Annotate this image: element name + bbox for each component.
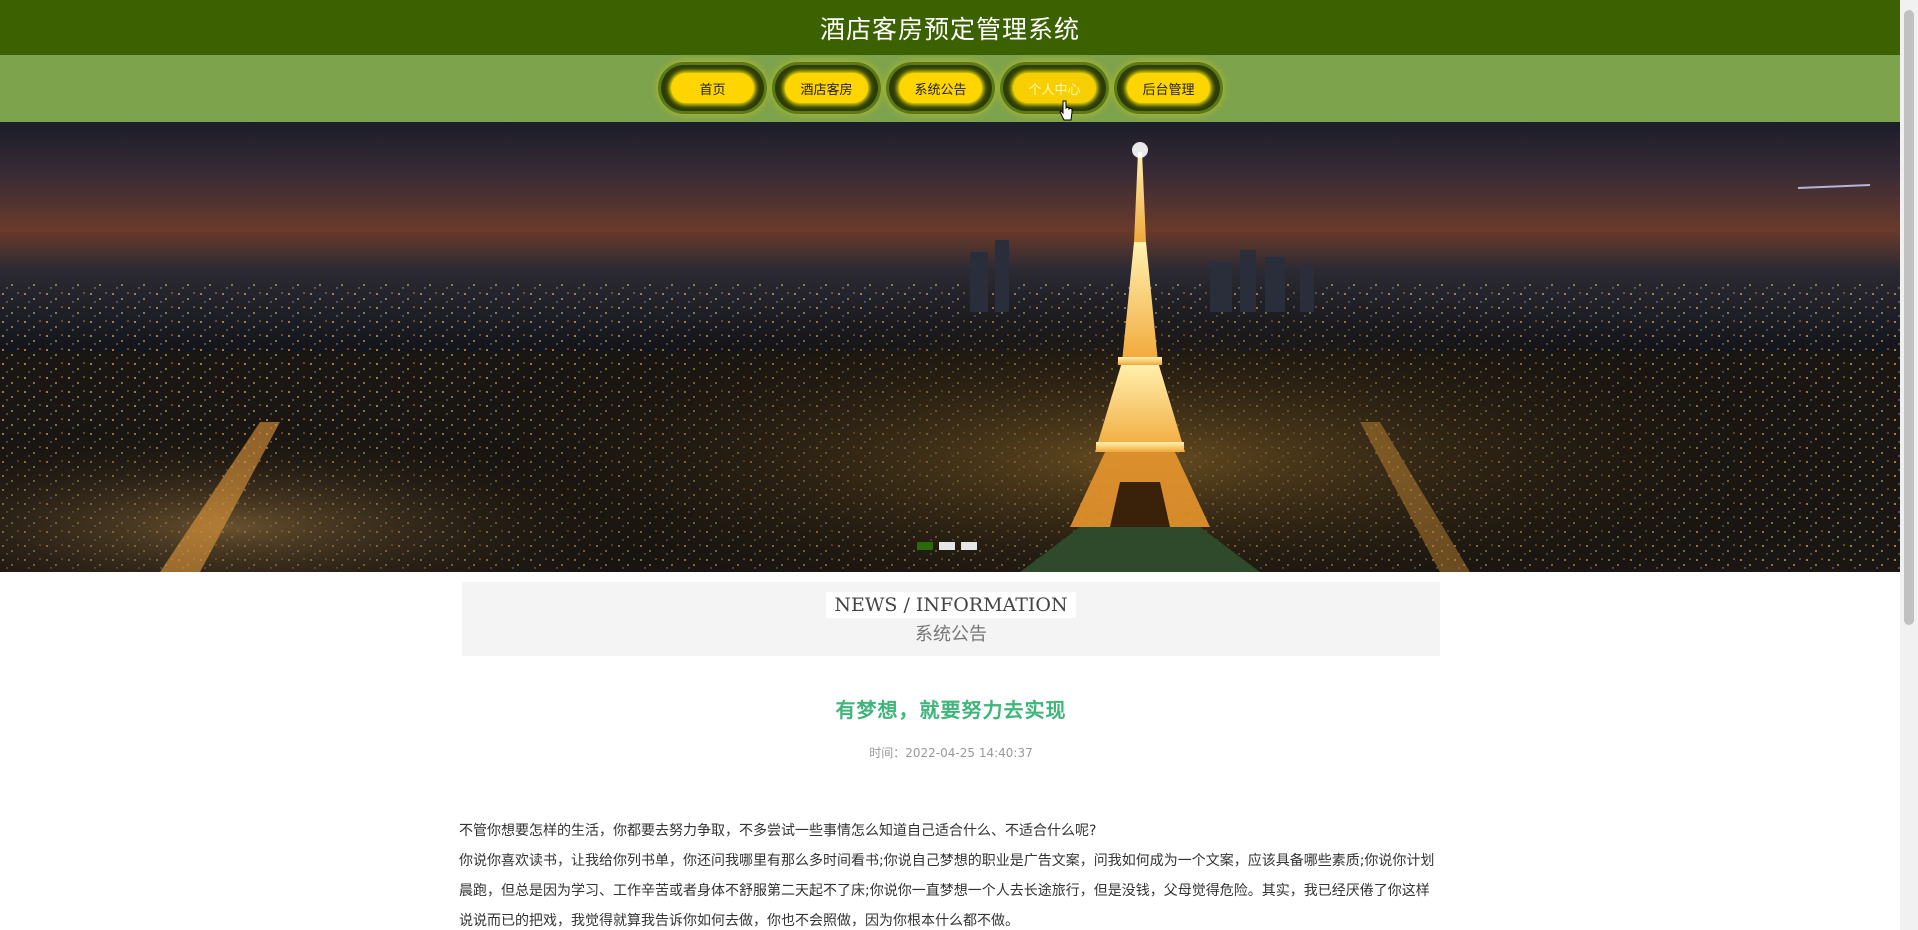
page-scrollbar[interactable]: [1900, 0, 1918, 930]
hero-banner[interactable]: [0, 122, 1900, 572]
nav-item-admin[interactable]: 后台管理: [1117, 65, 1220, 111]
nav-item-label: 首页: [671, 73, 754, 103]
article-title: 有梦想，就要努力去实现: [835, 698, 1067, 722]
nav-item-label: 酒店客房: [785, 73, 868, 103]
article-paragraph: 你说你喜欢读书，让我给你列书单，你还问我哪里有那么多时间看书;你说自己梦想的职业…: [459, 853, 1435, 929]
site-title: 酒店客房预定管理系统: [819, 14, 1080, 44]
header-bar: 酒店客房预定管理系统: [0, 0, 1900, 55]
nav-item-label: 后台管理: [1127, 73, 1210, 103]
slider-dot[interactable]: [917, 542, 933, 550]
news-en-title: NEWS / INFORMATION: [826, 592, 1076, 618]
nav-item-label: 系统公告: [899, 73, 982, 103]
nav-list: 首页 酒店客房 系统公告 个人中心 后台管理: [661, 65, 1220, 111]
nav-item-profile[interactable]: 个人中心: [1003, 65, 1106, 111]
article-paragraph: 不管你想要怎样的生活，你都要去努力争取，不多尝试一些事情怎么知道自己适合什么、不…: [459, 823, 1097, 839]
banner-image: [0, 122, 1900, 572]
slider-dot[interactable]: [939, 542, 955, 550]
page: 酒店客房预定管理系统 首页 酒店客房 系统公告 个人中心 后台管理 NEWS /…: [0, 0, 1918, 930]
news-cn-title: 系统公告: [915, 624, 987, 645]
nav-item-label: 个人中心: [1013, 73, 1096, 103]
news-section-header: NEWS / INFORMATION 系统公告: [462, 582, 1440, 656]
slider-dot[interactable]: [961, 542, 977, 550]
pointer-cursor-icon: [1059, 100, 1073, 121]
slider-dots: [917, 542, 977, 550]
scrollbar-thumb[interactable]: [1904, 10, 1914, 625]
nav-item-home[interactable]: 首页: [661, 65, 764, 111]
nav-item-announcements[interactable]: 系统公告: [889, 65, 992, 111]
nav-bar: 首页 酒店客房 系统公告 个人中心 后台管理: [0, 55, 1900, 122]
article-time: 时间：2022-04-25 14:40:37: [869, 746, 1033, 760]
nav-item-rooms[interactable]: 酒店客房: [775, 65, 878, 111]
article-body: 不管你想要怎样的生活，你都要去努力争取，不多尝试一些事情怎么知道自己适合什么、不…: [459, 816, 1441, 930]
